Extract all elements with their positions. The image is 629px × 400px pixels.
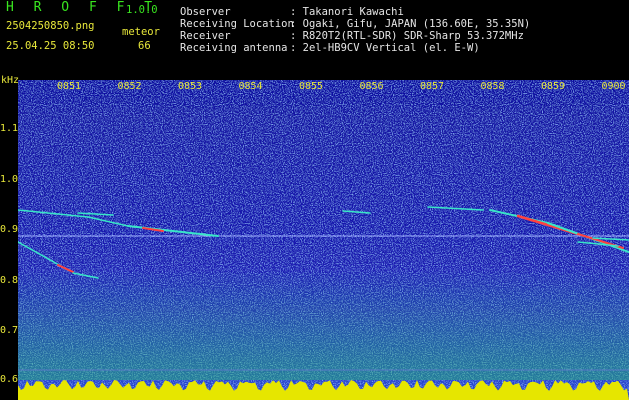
meteor-label: meteor (122, 26, 160, 38)
info-value-observer: : Takanori Kawachi (290, 6, 404, 18)
info-value-antenna: : 2el-HB9CV Vertical (el. E-W) (290, 42, 480, 54)
info-key-location: Receiving Location (180, 18, 294, 30)
info-key-observer: Observer (180, 6, 231, 18)
x-tick-label: 0900 (601, 81, 626, 92)
y-tick-unit: kHz (1, 75, 20, 86)
x-tick-label: 0853 (178, 81, 203, 92)
y-tick-label: 0.9 (0, 224, 19, 235)
x-tick-label: 0859 (541, 81, 566, 92)
x-tick-label: 0851 (57, 81, 82, 92)
header-panel: H R O F F T 1.0.0 2504250850.png meteor … (0, 0, 629, 80)
y-tick-label: 0.7 (0, 325, 19, 336)
y-tick-label: 1.1 (0, 123, 19, 134)
file-name: 2504250850.png (6, 20, 95, 32)
x-tick-label: 0852 (117, 81, 142, 92)
y-tick-label: 1.0 (0, 174, 19, 185)
spectrogram-low-band (18, 270, 629, 380)
file-datetime: 25.04.25 08:50 (6, 40, 95, 52)
y-tick-label: 0.8 (0, 275, 19, 286)
info-value-location: : Ogaki, Gifu, JAPAN (136.60E, 35.35N) (290, 18, 531, 30)
spectrogram (18, 80, 629, 400)
x-tick-label: 0857 (420, 81, 445, 92)
meteor-count: 66 (138, 40, 151, 52)
y-tick-label: 0.6 (0, 374, 19, 385)
x-tick-label: 0855 (299, 81, 324, 92)
info-key-receiver: Receiver (180, 30, 231, 42)
x-tick-label: 0854 (238, 81, 263, 92)
info-value-receiver: : R820T2(RTL-SDR) SDR-Sharp 53.372MHz (290, 30, 524, 42)
x-tick-label: 0856 (359, 81, 384, 92)
info-key-antenna: Receiving antenna (180, 42, 288, 54)
app-version: 1.0.0 (126, 4, 158, 16)
x-tick-label: 0858 (480, 81, 505, 92)
